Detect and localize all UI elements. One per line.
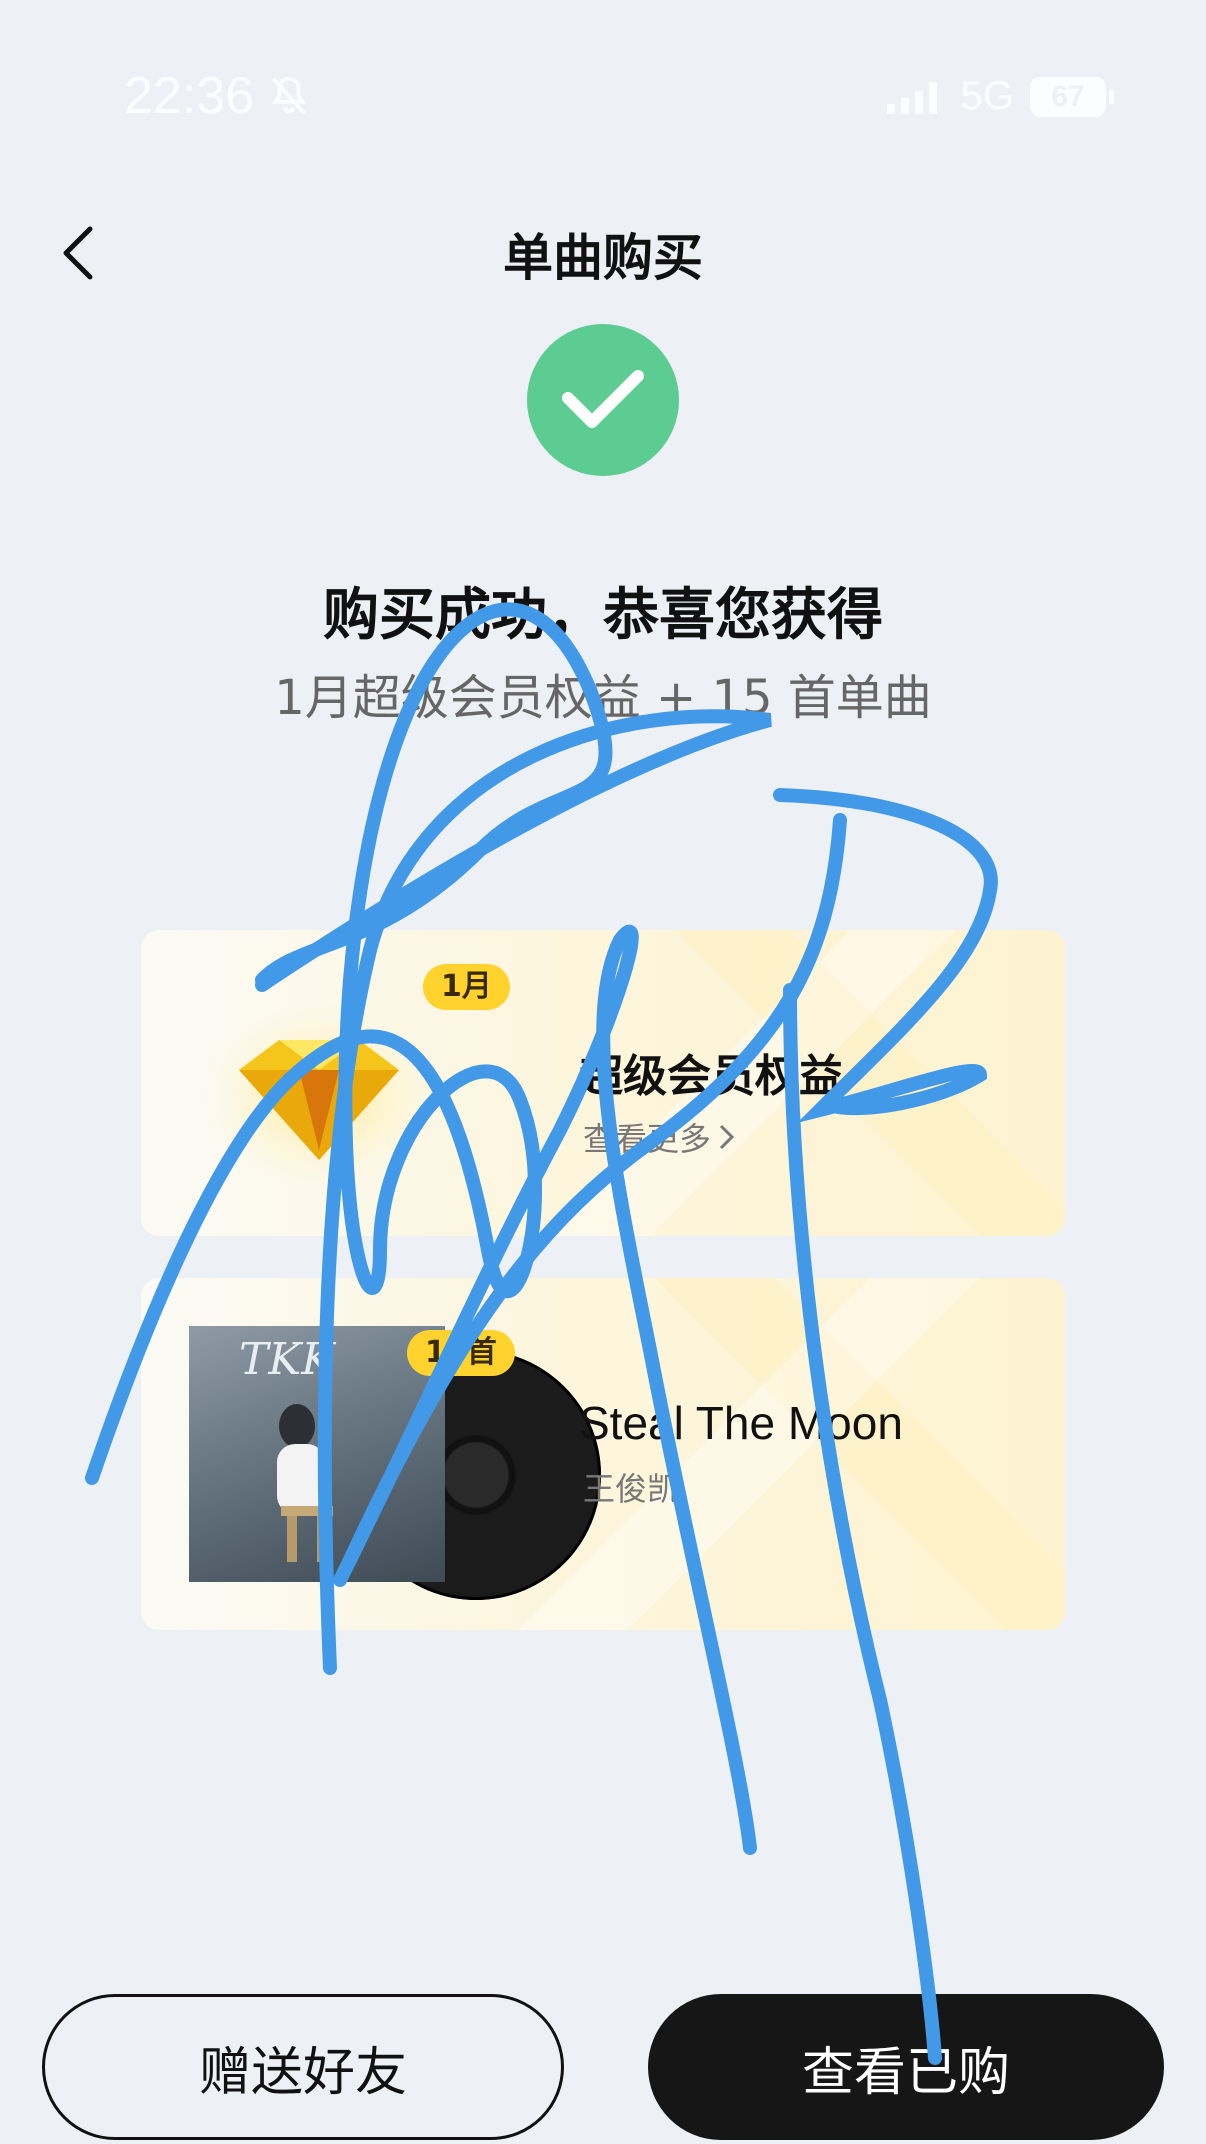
- song-count-badge: 15首: [407, 1330, 515, 1376]
- bell-muted-icon: [272, 76, 307, 115]
- gem-icon: [201, 1003, 437, 1187]
- network-type: 5G: [960, 74, 1014, 118]
- album-cover-art: TKK: [239, 1334, 336, 1562]
- success-checkmark: [527, 324, 679, 476]
- duration-badge: 1月: [423, 964, 510, 1010]
- view-more-label: 查看更多: [583, 1120, 712, 1158]
- status-time: 22:36: [124, 66, 312, 126]
- album-cover: TKK: [189, 1326, 445, 1582]
- chevron-right-icon: [719, 1124, 735, 1150]
- checkmark-icon: [562, 370, 644, 428]
- signal-icon: [886, 81, 937, 114]
- result-title: 购买成功，恭喜您获得: [323, 583, 883, 648]
- vip-benefit-card[interactable]: 1月 超级会员权益 查看更多: [141, 930, 1065, 1236]
- battery-icon: 67: [1030, 76, 1114, 117]
- result-subtitle: 1月超级会员权益 + 15 首单曲: [274, 670, 932, 726]
- cover-logo-text: TKK: [239, 1334, 336, 1385]
- status-indicators: 5G 67: [885, 74, 1114, 119]
- vip-card-title: 超级会员权益: [579, 1051, 843, 1102]
- battery-level: 67: [1051, 79, 1085, 113]
- song-title: Steal The Moon: [579, 1397, 903, 1449]
- song-card[interactable]: TKK 15首 Steal The Moon 王俊凯: [141, 1278, 1065, 1630]
- page-title: 单曲购买: [503, 229, 703, 287]
- view-purchased-button[interactable]: 查看已购: [648, 1994, 1164, 2140]
- gift-friend-button[interactable]: 赠送好友: [42, 1994, 564, 2140]
- view-more-link[interactable]: 查看更多: [583, 1114, 737, 1160]
- song-artist: 王俊凯: [583, 1470, 680, 1508]
- clock: 22:36: [124, 67, 255, 125]
